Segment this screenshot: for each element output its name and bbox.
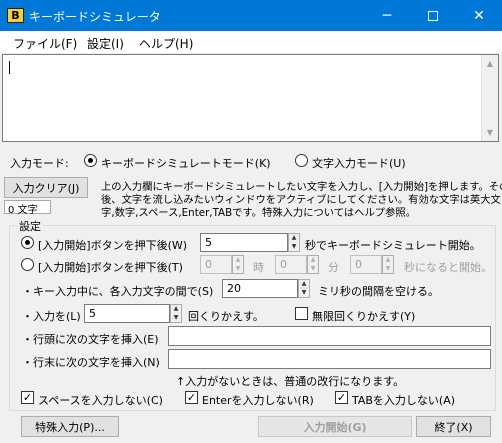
line-prefix-label: ・行頭に次の文字を挿入(E)	[22, 333, 159, 346]
char-count: 0 文字	[4, 200, 51, 216]
no-space-label[interactable]: スペースを入力しない(C)	[38, 392, 163, 408]
hour-input[interactable]: 0	[200, 255, 232, 274]
start-after-seconds-radio[interactable]	[21, 236, 34, 249]
infinite-repeat-label[interactable]: 無限回くりかえす(Y)	[312, 308, 415, 324]
newline-note: ↑入力がないときは、普通の改行になります。	[176, 375, 405, 388]
no-tab-checkbox[interactable]: ✓	[335, 391, 348, 404]
minute-unit: 分	[328, 261, 339, 274]
special-input-button[interactable]: 特殊入力(P)...	[21, 416, 119, 437]
minimize-button[interactable]: ─	[364, 0, 410, 31]
hour-spinner[interactable]: ▲ ▼	[232, 255, 244, 274]
start-at-time-label[interactable]: [入力開始]ボタンを押下後(T)	[38, 259, 183, 275]
line-suffix-label: ・行末に次の文字を挿入(N)	[22, 356, 160, 369]
window-title: キーボードシミュレータ	[29, 10, 161, 24]
interval-spinner[interactable]: ▲ ▼	[298, 279, 310, 298]
second-suffix: 秒になると開始。	[404, 261, 492, 274]
line-prefix-input[interactable]	[168, 326, 491, 346]
start-after-seconds-label[interactable]: [入力開始]ボタンを押下後(W)	[38, 237, 187, 253]
menu-file[interactable]: ファイル(F)	[13, 35, 77, 52]
spin-up-icon[interactable]: ▲	[308, 256, 318, 265]
scroll-up-icon[interactable]: ▲	[482, 55, 498, 72]
start-at-time-radio[interactable]	[21, 258, 34, 271]
start-seconds-suffix: 秒でキーボードシミュレート開始。	[305, 239, 481, 252]
exit-button[interactable]: 終了(X)	[416, 416, 491, 437]
minute-spinner[interactable]: ▲ ▼	[307, 255, 319, 274]
minute-input[interactable]: 0	[275, 255, 307, 274]
infinite-repeat-checkbox[interactable]	[295, 307, 308, 320]
spin-down-icon[interactable]: ▼	[299, 289, 309, 298]
spin-up-icon[interactable]: ▲	[171, 305, 181, 314]
close-button[interactable]: ✕	[456, 0, 502, 31]
mode-label: 入力モード:	[10, 157, 69, 170]
text-caret	[9, 61, 10, 74]
menu-settings[interactable]: 設定(I)	[87, 35, 124, 52]
spin-down-icon[interactable]: ▼	[233, 265, 243, 274]
repeat-spinner[interactable]: ▲ ▼	[170, 304, 182, 323]
instruction-line-3: 字,数字,スペース,Enter,TABです。特殊入力についてはヘルプ参照。	[101, 207, 416, 219]
scroll-down-icon[interactable]: ▼	[482, 124, 498, 141]
app-icon: B	[7, 8, 24, 23]
repeat-label: ・入力を(L)	[22, 310, 81, 323]
spin-up-icon[interactable]: ▲	[383, 256, 393, 265]
start-input-button[interactable]: 入力開始(G)	[258, 416, 412, 437]
no-tab-label[interactable]: TABを入力しない(A)	[352, 392, 455, 408]
spin-down-icon[interactable]: ▼	[383, 265, 393, 274]
repeat-input[interactable]: 5	[84, 304, 170, 323]
interval-suffix: ミリ秒の間隔を空ける。	[318, 285, 439, 298]
clear-input-button[interactable]: 入力クリア(J)	[4, 177, 88, 198]
spin-down-icon[interactable]: ▼	[308, 265, 318, 274]
mode-keyboard-radio[interactable]	[84, 154, 97, 167]
spin-up-icon[interactable]: ▲	[289, 234, 299, 243]
vertical-scrollbar[interactable]: ▲ ▼	[481, 55, 498, 141]
no-enter-label[interactable]: Enterを入力しない(R)	[202, 392, 314, 408]
close-icon: ✕	[473, 7, 485, 24]
line-suffix-input[interactable]	[168, 349, 491, 369]
minimize-icon: ─	[382, 7, 392, 24]
spin-up-icon[interactable]: ▲	[299, 280, 309, 289]
spin-down-icon[interactable]: ▼	[171, 314, 181, 323]
mode-text-radio[interactable]	[295, 154, 308, 167]
maximize-icon	[428, 10, 438, 21]
start-seconds-spinner[interactable]: ▲ ▼	[288, 233, 300, 252]
hour-unit: 時	[253, 261, 264, 274]
spin-down-icon[interactable]: ▼	[289, 243, 299, 252]
second-input[interactable]: 0	[350, 255, 382, 274]
interval-input[interactable]: 20	[222, 279, 298, 298]
mode-text-label[interactable]: 文字入力モード(U)	[312, 155, 406, 171]
settings-title: 設定	[17, 218, 43, 234]
start-seconds-input[interactable]: 5	[200, 233, 288, 252]
second-spinner[interactable]: ▲ ▼	[382, 255, 394, 274]
repeat-suffix: 回くりかえす。	[188, 310, 264, 323]
menu-help[interactable]: ヘルプ(H)	[139, 35, 193, 52]
no-space-checkbox[interactable]: ✓	[21, 391, 34, 404]
interval-label: ・キー入力中に、各入力文字の間で(S)	[22, 285, 214, 298]
mode-keyboard-label[interactable]: キーボードシミュレートモード(K)	[101, 155, 271, 171]
maximize-button[interactable]	[410, 0, 456, 31]
text-input-area[interactable]: ▲ ▼	[2, 54, 499, 142]
spin-up-icon[interactable]: ▲	[233, 256, 243, 265]
no-enter-checkbox[interactable]: ✓	[185, 391, 198, 404]
